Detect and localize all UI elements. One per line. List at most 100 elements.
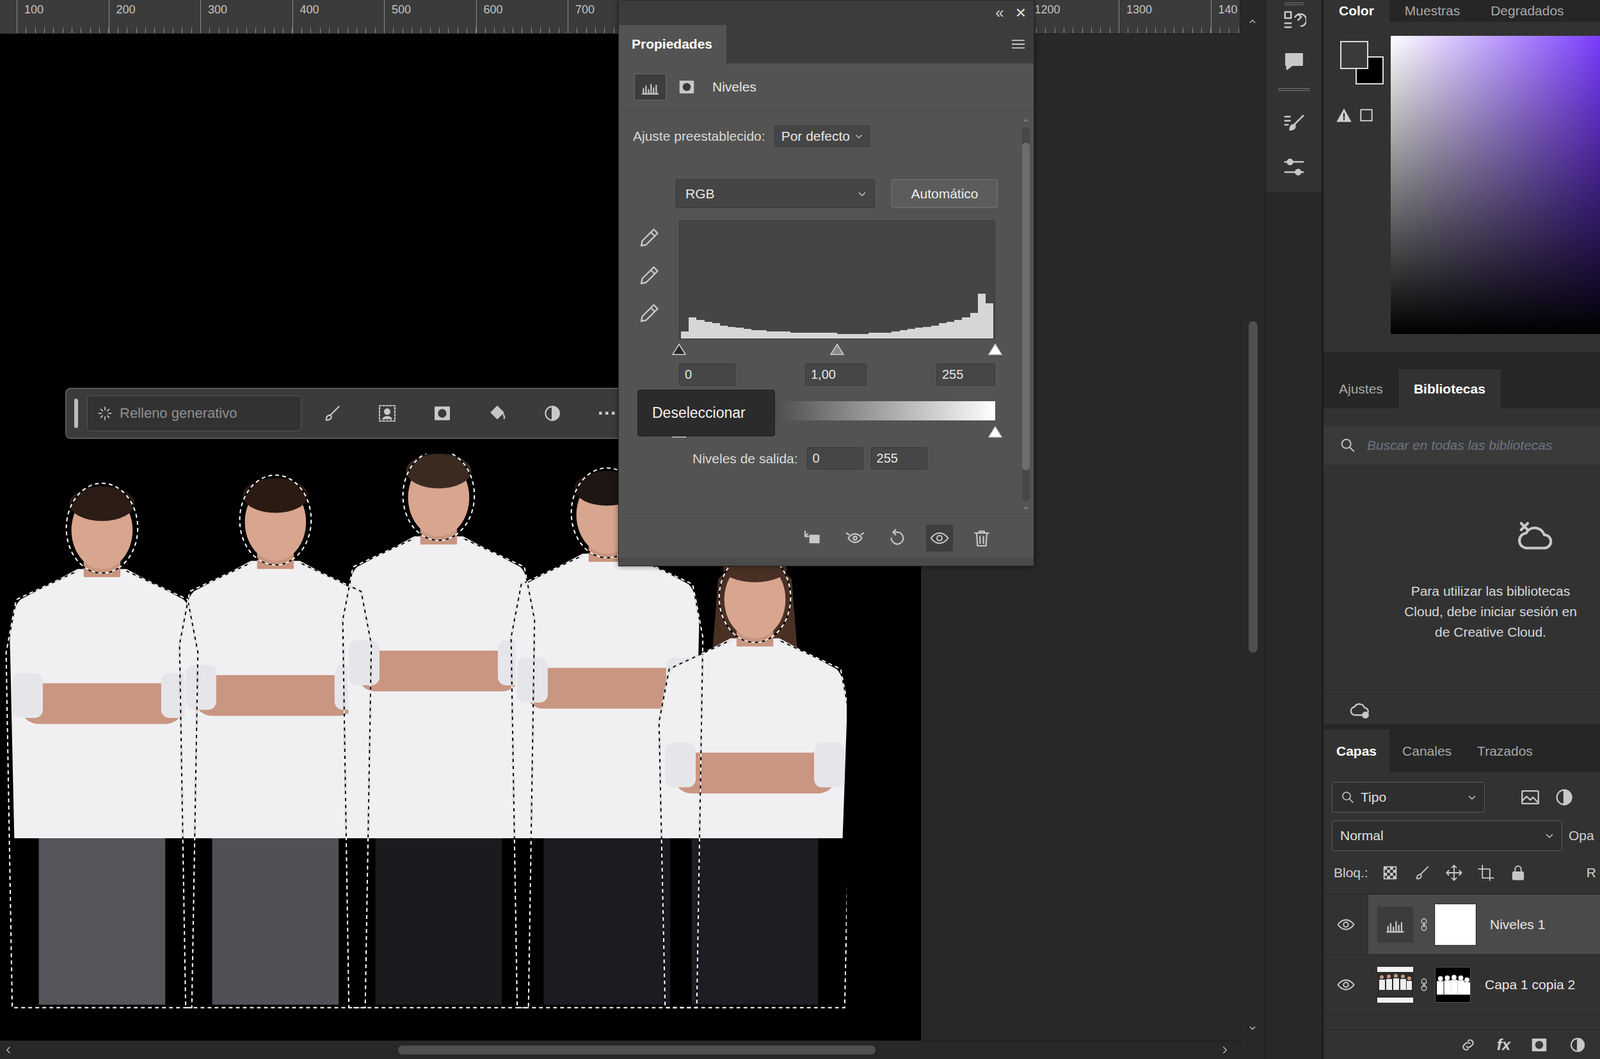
scroll-down-icon[interactable] [1021, 503, 1031, 513]
panel-tab[interactable]: Trazados [1464, 729, 1546, 773]
task-button[interactable] [304, 403, 360, 424]
scroll-right-icon[interactable] [1219, 1044, 1231, 1056]
adjustment-filter-icon[interactable] [1553, 786, 1576, 809]
panel-tab[interactable]: Ajustes [1323, 369, 1399, 409]
panel-tab-label[interactable]: Muestras [1404, 3, 1460, 19]
cloud-sync-icon[interactable] [1349, 698, 1371, 721]
panel-tab-label[interactable]: Bibliotecas [1413, 381, 1486, 397]
history-icon[interactable] [1281, 8, 1307, 34]
more-label[interactable]: ··· [597, 403, 617, 424]
layer-row-content[interactable]: Capa 1 copia 2 [1368, 954, 1600, 1015]
lock-position-icon[interactable] [1445, 864, 1464, 882]
layer-mask-thumbnail[interactable] [1434, 967, 1471, 1003]
library-search[interactable] [1323, 426, 1600, 465]
preset-value[interactable]: Por defecto [781, 128, 850, 144]
task-button[interactable] [359, 403, 415, 424]
panel-tab-label[interactable]: Trazados [1477, 743, 1533, 760]
panel-tab-label[interactable]: Ajustes [1338, 381, 1384, 397]
black-point-eyedropper-icon[interactable] [637, 226, 661, 250]
properties-scrollbar[interactable] [1018, 110, 1034, 518]
white-input-value[interactable]: 255 [942, 367, 964, 383]
collapse-button[interactable]: « [995, 5, 1004, 21]
black-output-value[interactable]: 0 [812, 451, 820, 466]
link-icon[interactable] [1416, 977, 1432, 992]
lock-artboard-icon[interactable] [1477, 864, 1496, 882]
gray-point-eyedropper-icon[interactable] [637, 264, 661, 288]
mask-icon[interactable] [432, 403, 453, 424]
link-icon[interactable] [1416, 917, 1432, 932]
task-button[interactable] [524, 403, 580, 424]
pixel-filter-icon[interactable] [1519, 786, 1542, 809]
panel-menu-icon[interactable] [1009, 35, 1028, 54]
close-button[interactable]: × [1015, 3, 1026, 22]
task-button[interactable] [469, 403, 525, 424]
layer-mask-icon[interactable] [675, 77, 699, 97]
lock-pixels-icon[interactable] [1413, 864, 1432, 882]
gamma-input-field[interactable]: 1,00 [805, 363, 867, 386]
channel-value[interactable]: RGB [685, 186, 715, 202]
brush-icon[interactable] [321, 403, 343, 424]
panel-tab-label[interactable]: Degradados [1490, 3, 1564, 19]
scroll-thumb[interactable] [1248, 321, 1258, 653]
gamut-warning-icon[interactable] [1335, 106, 1353, 125]
foreground-swatch[interactable] [1340, 40, 1369, 70]
color-field[interactable] [1390, 35, 1600, 335]
blend-mode-dropdown[interactable]: Normal [1331, 820, 1563, 852]
panel-tab-label[interactable]: Canales [1402, 743, 1452, 760]
adjustment-sliders-icon[interactable] [1281, 154, 1307, 180]
white-output-slider[interactable] [988, 425, 1003, 438]
panel-tab[interactable]: Canales [1389, 729, 1465, 773]
scroll-thumb[interactable] [1022, 142, 1030, 471]
generative-fill-label[interactable]: Relleno generativo [119, 405, 237, 422]
layer-row[interactable]: Niveles 1 [1323, 894, 1600, 955]
black-input-value[interactable]: 0 [684, 367, 692, 383]
tool-presets-icon[interactable] [1281, 112, 1307, 137]
layer-row-content[interactable]: Niveles 1 [1368, 894, 1600, 955]
task-button[interactable] [414, 403, 470, 424]
layer-filter-dropdown[interactable]: Tipo [1331, 782, 1485, 813]
link-layers-icon[interactable] [1458, 1035, 1478, 1055]
panel-tab[interactable]: Degradados [1475, 0, 1579, 22]
eye-icon[interactable] [1336, 975, 1356, 995]
auto-button-label[interactable]: Automático [910, 186, 978, 202]
clip-to-layer-icon[interactable] [799, 524, 827, 552]
horizontal-scrollbar[interactable] [0, 1040, 1240, 1059]
vertical-scrollbar[interactable] [1239, 0, 1266, 1059]
gamma-input-value[interactable]: 1,00 [810, 367, 836, 383]
drag-grip[interactable] [74, 398, 79, 429]
visibility-toggle[interactable] [1323, 954, 1369, 1015]
lock-all-icon[interactable] [1509, 864, 1528, 882]
add-mask-icon[interactable] [1529, 1035, 1549, 1055]
layer-name[interactable]: Capa 1 copia 2 [1484, 977, 1576, 993]
channel-dropdown[interactable]: RGB [675, 179, 875, 208]
black-input-field[interactable]: 0 [679, 363, 736, 386]
scroll-up-icon[interactable] [1021, 115, 1031, 125]
web-color-icon[interactable] [1358, 106, 1375, 124]
white-point-eyedropper-icon[interactable] [637, 302, 661, 326]
layer-thumbnail[interactable] [1377, 967, 1414, 1003]
new-adjustment-icon[interactable] [1568, 1035, 1588, 1055]
select-subject-icon[interactable] [376, 403, 398, 424]
preset-dropdown[interactable]: Por defecto [774, 125, 870, 148]
filter-label[interactable]: Tipo [1360, 789, 1387, 806]
delete-icon[interactable] [968, 524, 996, 552]
layer-style-button[interactable]: fx [1496, 1037, 1511, 1053]
gamma-slider[interactable] [830, 343, 845, 355]
view-previous-icon[interactable] [841, 524, 869, 552]
white-input-field[interactable]: 255 [936, 363, 996, 386]
scroll-up-icon[interactable] [1246, 15, 1259, 27]
white-output-value[interactable]: 255 [876, 451, 898, 466]
auto-button[interactable]: Automático [891, 179, 998, 208]
black-output-field[interactable]: 0 [807, 447, 864, 470]
black-input-slider[interactable] [672, 343, 687, 355]
lock-transparency-icon[interactable] [1381, 864, 1400, 882]
reset-icon[interactable] [883, 524, 911, 552]
paint-bucket-icon[interactable] [487, 403, 508, 424]
properties-tab[interactable]: Propiedades [618, 24, 727, 64]
strip-grip[interactable] [1284, 2, 1304, 6]
eye-icon[interactable] [1336, 915, 1356, 935]
library-search-field[interactable] [1365, 437, 1600, 454]
visibility-icon[interactable] [926, 524, 953, 552]
white-input-slider[interactable] [988, 343, 1003, 355]
panel-tab[interactable]: Bibliotecas [1398, 369, 1501, 409]
